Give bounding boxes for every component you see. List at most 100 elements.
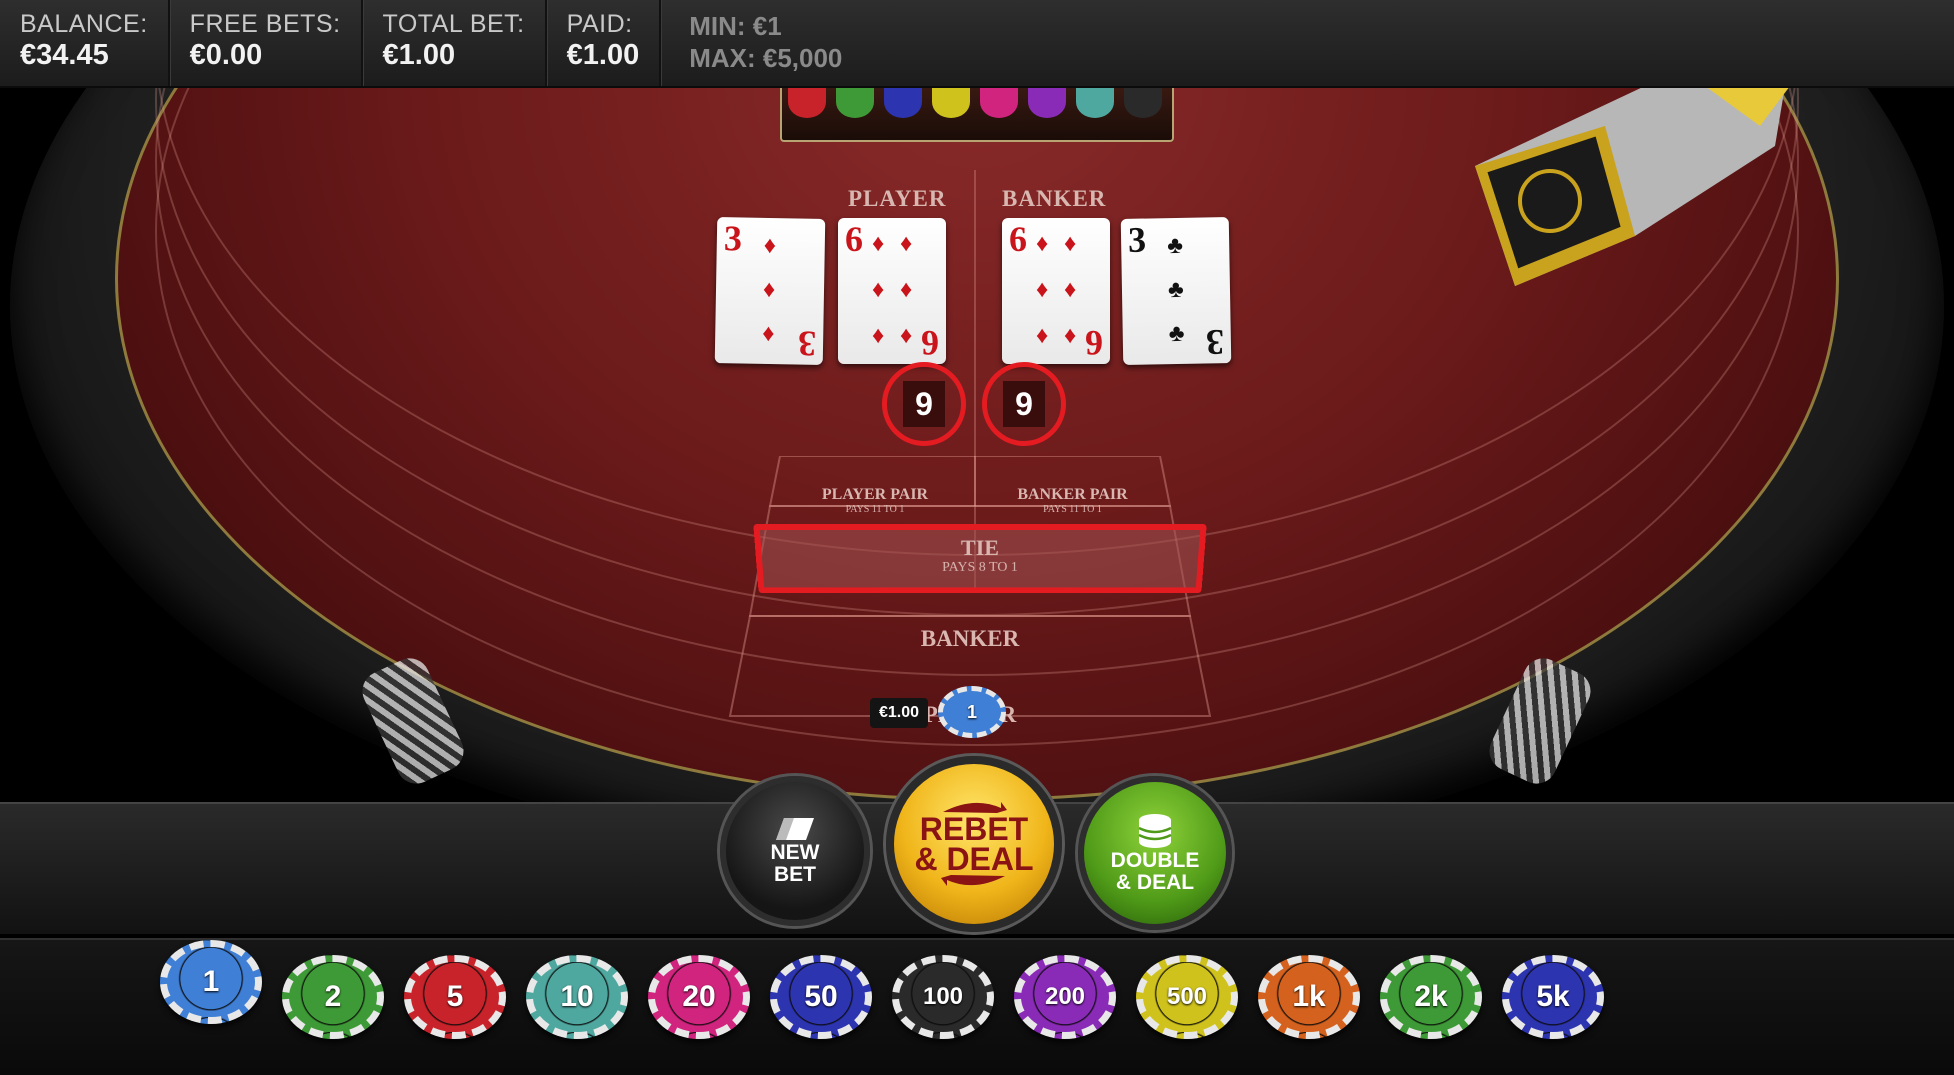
max-limit: MAX: €5,000 — [689, 42, 842, 74]
balance-label: BALANCE: — [20, 10, 148, 38]
placed-bet-chip[interactable]: 1 — [938, 686, 1006, 738]
double-deal-button[interactable]: DOUBLE & DEAL — [1078, 776, 1232, 930]
min-limit: MIN: €1 — [689, 10, 842, 42]
banker-pair-label: BANKER PAIR — [995, 486, 1150, 504]
new-bet-line1: NEW — [771, 842, 820, 864]
chip-1k[interactable]: 1k — [1258, 955, 1360, 1039]
rebet-deal-button[interactable]: REBET & DEAL — [886, 756, 1062, 932]
card-suit-pip: ♦ — [872, 324, 884, 348]
player-label: PLAYER — [848, 186, 946, 212]
chip-500[interactable]: 500 — [1136, 955, 1238, 1039]
tray-chip — [980, 86, 1018, 118]
new-bet-line2: BET — [774, 864, 816, 886]
tray-chip — [1124, 86, 1162, 118]
chip-20[interactable]: 20 — [648, 955, 750, 1039]
card-suit-pip: ♦ — [900, 278, 912, 302]
card-rank: 3 — [1206, 323, 1225, 361]
card-suit-pip: ♣ — [1168, 278, 1184, 302]
tray-chip — [1076, 86, 1114, 118]
chip-50[interactable]: 50 — [770, 955, 872, 1039]
free-bets-stat: FREE BETS: €0.00 — [170, 0, 363, 86]
tie-label: TIE — [760, 536, 1200, 560]
card-suit-pip: ♦ — [764, 234, 777, 258]
player-pair-zone[interactable]: PLAYER PAIR PAYS 11 TO 1 — [800, 486, 950, 515]
card-suit-pip: ♦ — [1036, 324, 1048, 348]
banker-pair-pays: PAYS 11 TO 1 — [995, 504, 1150, 515]
free-bets-value: €0.00 — [190, 38, 341, 72]
card-suit-pip: ♦ — [763, 278, 776, 302]
chip-10[interactable]: 10 — [526, 955, 628, 1039]
card-suit-pip: ♦ — [872, 278, 884, 302]
card-suit-pip: ♦ — [1036, 278, 1048, 302]
table-limits: MIN: €1 MAX: €5,000 — [661, 0, 870, 86]
status-bar: BALANCE: €34.45 FREE BETS: €0.00 TOTAL B… — [0, 0, 1954, 88]
card-suit-pip: ♦ — [1064, 278, 1076, 302]
card-suit-pip: ♣ — [1169, 322, 1185, 346]
rebet-line1: REBET — [920, 814, 1028, 844]
tray-chip — [788, 86, 826, 118]
banker-label: BANKER — [1002, 186, 1106, 212]
balance-value: €34.45 — [20, 38, 148, 72]
player-card-2: 6 ♦ ♦ ♦ ♦ ♦ ♦ 6 — [838, 218, 946, 364]
total-bet-stat: TOTAL BET: €1.00 — [363, 0, 547, 86]
card-suit-pip: ♦ — [900, 232, 912, 256]
card-rank: 3 — [1128, 221, 1147, 259]
tie-zone-text: TIE PAYS 8 TO 1 — [760, 536, 1200, 576]
placed-bet-amount: €1.00 — [870, 698, 928, 728]
baccarat-table: PLAYER BANKER 3 ♦ ♦ ♦ 3 6 ♦ ♦ ♦ ♦ ♦ ♦ 6 … — [0, 86, 1954, 802]
tray-chip — [836, 86, 874, 118]
banker-card-2: 3 ♣ ♣ ♣ 3 — [1121, 217, 1232, 365]
paid-stat: PAID: €1.00 — [547, 0, 662, 86]
card-rank: 6 — [845, 220, 863, 258]
double-line1: DOUBLE — [1111, 850, 1200, 872]
tray-chip — [932, 86, 970, 118]
rebet-arrow-icon — [939, 874, 1009, 888]
paid-value: €1.00 — [567, 38, 640, 72]
banker-zone[interactable]: BANKER — [830, 626, 1110, 652]
chip-2[interactable]: 2 — [282, 955, 384, 1039]
player-score-ring: 9 — [882, 362, 966, 446]
free-bets-label: FREE BETS: — [190, 10, 341, 38]
card-shoe — [1455, 86, 1790, 286]
total-bet-value: €1.00 — [383, 38, 525, 72]
chip-tray — [780, 86, 1174, 142]
banker-score-ring: 9 — [982, 362, 1066, 446]
tray-chip — [884, 86, 922, 118]
chip-1[interactable]: 1 — [160, 940, 262, 1024]
card-rank: 6 — [1009, 220, 1027, 258]
banker-card-1: 6 ♦ ♦ ♦ ♦ ♦ ♦ 6 — [1002, 218, 1110, 364]
double-line2: & DEAL — [1116, 872, 1194, 894]
balance-stat: BALANCE: €34.45 — [0, 0, 170, 86]
card-suit-pip: ♦ — [1064, 324, 1076, 348]
banker-score: 9 — [1003, 381, 1045, 427]
total-bet-label: TOTAL BET: — [383, 10, 525, 38]
card-suit-pip: ♣ — [1167, 234, 1183, 258]
card-suit-pip: ♦ — [1036, 232, 1048, 256]
card-suit-pip: ♦ — [900, 324, 912, 348]
banker-pair-zone[interactable]: BANKER PAIR PAYS 11 TO 1 — [995, 486, 1150, 515]
chip-200[interactable]: 200 — [1014, 955, 1116, 1039]
card-rank: 6 — [921, 324, 939, 362]
chip-100[interactable]: 100 — [892, 955, 994, 1039]
paid-label: PAID: — [567, 10, 640, 38]
card-suit-pip: ♦ — [1064, 232, 1076, 256]
chip-5k[interactable]: 5k — [1502, 955, 1604, 1039]
rebet-line2: & DEAL — [914, 844, 1033, 874]
card-suit-pip: ♦ — [872, 232, 884, 256]
card-rank: 3 — [724, 219, 743, 257]
chip-5[interactable]: 5 — [404, 955, 506, 1039]
new-bet-button[interactable]: NEW BET — [720, 776, 870, 926]
tray-chip — [1028, 86, 1066, 118]
card-suit-pip: ♦ — [762, 322, 775, 346]
chip-2k[interactable]: 2k — [1380, 955, 1482, 1039]
card-rank: 3 — [798, 325, 817, 363]
tie-pays: PAYS 8 TO 1 — [762, 560, 1198, 576]
tie-zone[interactable]: TIE PAYS 8 TO 1 — [753, 524, 1207, 593]
card-rank: 6 — [1085, 324, 1103, 362]
player-card-1: 3 ♦ ♦ ♦ 3 — [715, 217, 826, 365]
eraser-icon — [774, 816, 816, 842]
player-pair-label: PLAYER PAIR — [800, 486, 950, 504]
player-pair-pays: PAYS 11 TO 1 — [800, 504, 950, 515]
coin-stack-icon — [1136, 812, 1174, 850]
player-score: 9 — [903, 381, 945, 427]
